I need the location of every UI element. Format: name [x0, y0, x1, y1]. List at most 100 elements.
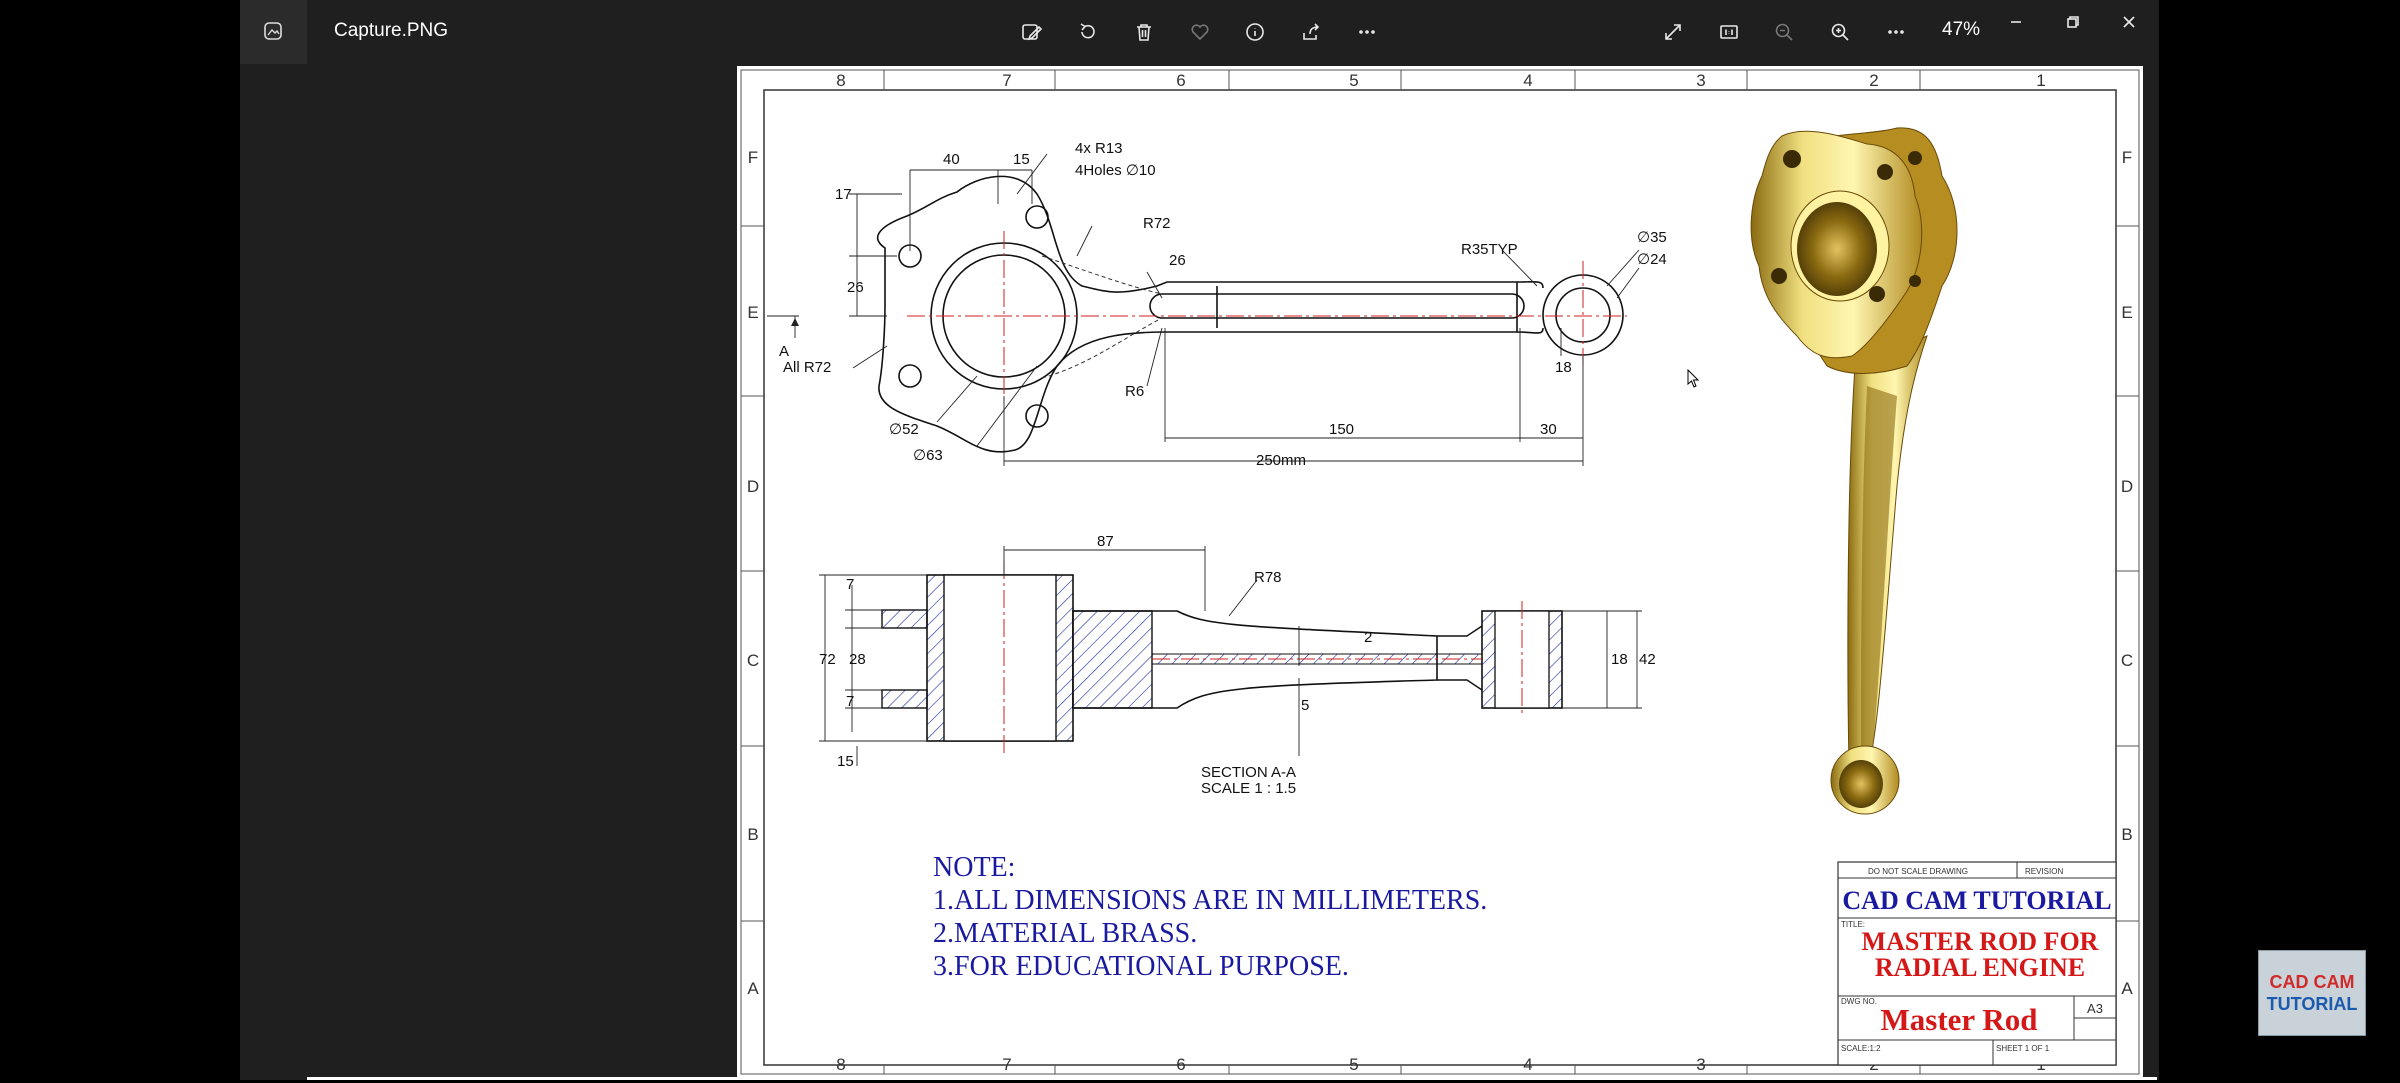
section-view [881, 574, 1563, 742]
row-label-b-right: B [2121, 825, 2132, 844]
dim-42: 42 [1639, 651, 1656, 668]
title-bar: Capture.PNG 47% [240, 0, 2159, 64]
dim-26-left: 26 [847, 279, 864, 296]
isometric-render [1750, 127, 1958, 815]
title-line-1: MASTER ROD FOR [1862, 927, 2099, 956]
zoom-in-icon[interactable] [1822, 14, 1858, 50]
row-label-e-right: E [2121, 303, 2132, 322]
row-label-a-right: A [2121, 979, 2133, 998]
scale-label: SCALE:1:2 [1841, 1044, 1881, 1053]
more-icon[interactable] [1349, 14, 1385, 50]
dim-28: 28 [849, 651, 866, 668]
close-icon[interactable] [2111, 4, 2147, 40]
section-label: SECTION A-A [1201, 764, 1296, 781]
dim-17: 17 [835, 186, 852, 203]
col-label-7-top: 7 [1002, 71, 1011, 90]
dim-r72: R72 [1143, 215, 1171, 232]
row-label-c-right: C [2121, 651, 2133, 670]
col-label-1-top: 1 [2036, 71, 2045, 90]
col-label-6-top: 6 [1176, 71, 1185, 90]
more-options-icon[interactable] [1878, 14, 1914, 50]
info-icon[interactable] [1237, 14, 1273, 50]
cad-cam-tutorial-logo: CAD CAM TUTORIAL [2258, 950, 2366, 1036]
note-line-1: 1.ALL DIMENSIONS ARE IN MILLIMETERS. [933, 885, 1487, 916]
dim-150: 150 [1329, 421, 1354, 438]
logo-line-2: TUTORIAL [2266, 994, 2358, 1014]
dim-18-section: 18 [1611, 651, 1628, 668]
dim-15-section: 15 [837, 753, 854, 770]
col-label-7-bottom: 7 [1002, 1055, 1011, 1074]
dim-all-r72: All R72 [783, 359, 831, 376]
dim-d35: ∅35 [1637, 229, 1667, 246]
section-arrow-left [791, 318, 799, 326]
window-title: Capture.PNG [334, 20, 449, 41]
dim-7-bottom: 7 [846, 693, 854, 710]
dim-5: 5 [1301, 697, 1309, 714]
revision-label: REVISION [2025, 867, 2063, 876]
company-name: CAD CAM TUTORIAL [1842, 886, 2111, 915]
top-view-hidden [1041, 255, 1163, 379]
minimize-icon[interactable] [1998, 4, 2034, 40]
dim-4x-r13: 4x R13 [1075, 140, 1123, 157]
edit-image-icon[interactable] [1014, 14, 1050, 50]
actual-size-icon[interactable] [1711, 14, 1747, 50]
photos-app-icon [264, 22, 282, 40]
dim-87: 87 [1097, 533, 1114, 550]
favorite-icon[interactable] [1182, 14, 1218, 50]
col-label-8-top: 8 [836, 71, 845, 90]
dim-2: 2 [1364, 629, 1372, 646]
dim-18: 18 [1555, 359, 1572, 376]
dim-26-top: 26 [1169, 252, 1186, 269]
notes-block: NOTE: 1.ALL DIMENSIONS ARE IN MILLIMETER… [933, 852, 1487, 982]
row-label-f-left: F [748, 148, 758, 167]
rotate-icon[interactable] [1070, 14, 1106, 50]
section-scale: SCALE 1 : 1.5 [1201, 780, 1296, 797]
row-label-a-left: A [747, 979, 759, 998]
dim-40: 40 [943, 151, 960, 168]
delete-icon[interactable] [1126, 14, 1162, 50]
engineering-drawing: 8 7 6 5 4 3 2 1 8 7 6 5 4 3 2 1 F E D C [740, 69, 2140, 1075]
full-screen-icon[interactable] [1655, 14, 1691, 50]
share-icon[interactable] [1293, 14, 1329, 50]
zoom-level: 47% [1942, 19, 1981, 40]
col-label-4-top: 4 [1523, 71, 1532, 90]
do-not-scale-label: DO NOT SCALE DRAWING [1868, 867, 1968, 876]
col-label-6-bottom: 6 [1176, 1055, 1185, 1074]
image-canvas[interactable]: 8 7 6 5 4 3 2 1 8 7 6 5 4 3 2 1 F E D C [737, 66, 2143, 1078]
dim-7-top: 7 [846, 576, 854, 593]
dim-4holes: 4Holes ∅10 [1075, 162, 1156, 179]
dim-r35typ: R35TYP [1461, 241, 1518, 258]
dim-15: 15 [1013, 151, 1030, 168]
mouse-pointer-icon [1687, 369, 1700, 388]
notes-heading: NOTE: [933, 852, 1015, 883]
row-label-d-right: D [2121, 477, 2133, 496]
dim-r78: R78 [1254, 569, 1282, 586]
row-label-e-left: E [747, 303, 758, 322]
photos-app-window: Capture.PNG 47% 8 7 6 5 4 3 2 1 8 7 6 5 … [240, 0, 2159, 1080]
title-line-2: RADIAL ENGINE [1875, 953, 2085, 982]
row-label-d-left: D [747, 477, 759, 496]
logo-line-1: CAD CAM [2269, 972, 2355, 992]
title-block: DO NOT SCALE DRAWING REVISION CAD CAM TU… [1837, 861, 2117, 1066]
sheet-label: SHEET 1 OF 1 [1996, 1044, 2050, 1053]
row-label-f-right: F [2122, 148, 2132, 167]
dim-d52: ∅52 [889, 421, 919, 438]
col-label-2-top: 2 [1869, 71, 1878, 90]
note-line-3: 3.FOR EDUCATIONAL PURPOSE. [933, 951, 1349, 982]
dwg-no-label: DWG NO. [1841, 997, 1877, 1006]
dim-30: 30 [1540, 421, 1557, 438]
top-view [877, 175, 1624, 453]
row-label-b-left: B [747, 825, 758, 844]
zoom-out-icon[interactable] [1766, 14, 1802, 50]
paper-size: A3 [2087, 1001, 2103, 1016]
col-label-3-bottom: 3 [1696, 1055, 1705, 1074]
dim-72: 72 [819, 651, 836, 668]
row-label-c-left: C [747, 651, 759, 670]
restore-icon[interactable] [2055, 4, 2091, 40]
dwg-name: Master Rod [1881, 1002, 2038, 1037]
col-label-5-bottom: 5 [1349, 1055, 1358, 1074]
note-line-2: 2.MATERIAL BRASS. [933, 918, 1197, 949]
dim-250mm: 250mm [1256, 452, 1306, 469]
app-icon-area[interactable] [240, 0, 307, 64]
dim-d63: ∅63 [913, 447, 943, 464]
